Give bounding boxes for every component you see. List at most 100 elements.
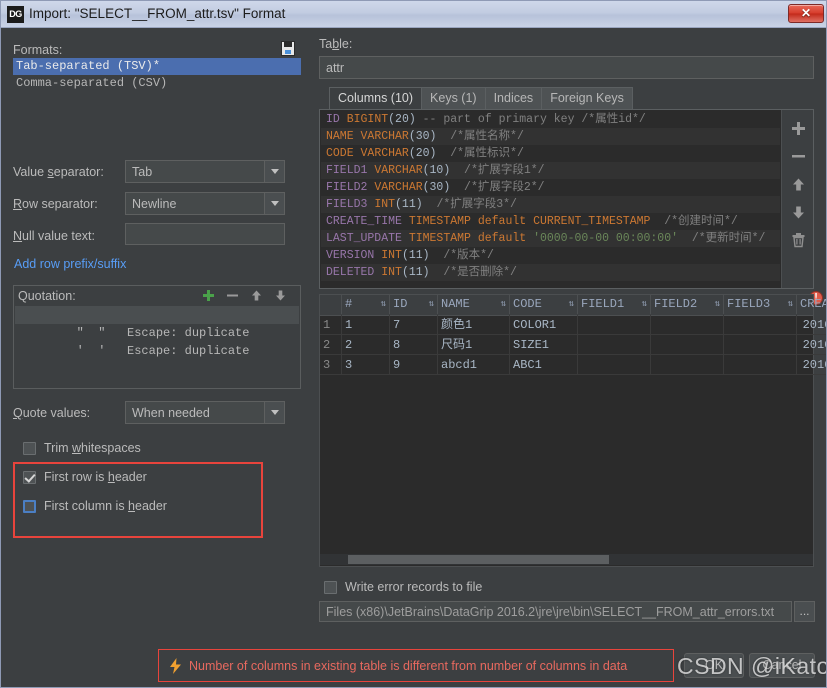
quotation-row[interactable]: " " Escape: duplicate (15, 306, 299, 340)
table-cell[interactable]: 尺码1 (438, 335, 510, 355)
grid-column-header[interactable]: # ⇅ (342, 295, 390, 314)
tab-foreign-keys[interactable]: Foreign Keys (541, 87, 633, 109)
sort-icon[interactable]: ⇅ (429, 300, 434, 309)
checkbox-box[interactable] (324, 580, 337, 594)
ddl-line[interactable]: DELETED INT(11) /*是否删除*/ (321, 264, 780, 281)
add-column-button[interactable] (786, 116, 810, 140)
remove-column-button[interactable] (786, 144, 810, 168)
table-row[interactable]: 228尺码1SIZE12016/7/ (320, 335, 826, 355)
grid-column-header[interactable]: ID ⇅ (390, 295, 438, 314)
save-icon[interactable] (281, 41, 295, 56)
table-cell[interactable] (651, 335, 724, 355)
grid-column-header[interactable]: CREATE_ (797, 295, 826, 314)
table-cell[interactable] (651, 315, 724, 335)
quotation-list[interactable]: " " Escape: duplicate ' ' Escape: duplic… (15, 306, 299, 387)
sort-icon[interactable]: ⇅ (788, 300, 793, 309)
ddl-line[interactable]: NAME VARCHAR(30) /*属性名称*/ (321, 128, 780, 145)
table-cell[interactable]: 颜色1 (438, 315, 510, 335)
grid-column-header[interactable]: FIELD3 ⇅ (724, 295, 797, 314)
checkbox-first-row-is-header[interactable]: First row is header (23, 470, 147, 484)
tab-columns[interactable]: Columns (10) (329, 87, 423, 109)
close-button[interactable]: ✕ (788, 4, 824, 23)
table-cell[interactable]: 2 (342, 335, 390, 355)
ddl-line[interactable]: ID BIGINT(20) -- part of primary key /*属… (321, 111, 780, 128)
table-cell[interactable] (578, 315, 651, 335)
table-input[interactable]: attr (319, 56, 814, 79)
ddl-line[interactable]: FIELD2 VARCHAR(30) /*扩展字段2*/ (321, 179, 780, 196)
table-cell[interactable] (724, 355, 797, 375)
table-cell[interactable] (651, 355, 724, 375)
checkbox-first-column-is-header[interactable]: First column is header (23, 499, 167, 513)
table-cell[interactable]: 7 (390, 315, 438, 335)
ddl-line[interactable]: VERSION INT(11) /*版本*/ (321, 247, 780, 264)
null-value-input[interactable] (125, 223, 285, 245)
checkbox-box[interactable] (23, 470, 36, 484)
delete-column-button[interactable] (786, 228, 810, 252)
row-separator-combo[interactable]: Newline (125, 192, 285, 215)
value-separator-combo[interactable]: Tab (125, 160, 285, 183)
table-cell[interactable]: abcd1 (438, 355, 510, 375)
move-column-up-button[interactable] (786, 172, 810, 196)
sort-icon[interactable]: ⇅ (642, 300, 647, 309)
checkbox-label: First row is header (44, 470, 147, 484)
table-cell[interactable]: 2016/8/ (797, 355, 826, 375)
table-cell[interactable]: 9 (390, 355, 438, 375)
table-cell[interactable]: SIZE1 (510, 335, 578, 355)
table-cell[interactable]: 1 (342, 315, 390, 335)
checkbox-write-error-records[interactable]: Write error records to file (324, 580, 482, 594)
grid-column-header[interactable]: NAME ⇅ (438, 295, 510, 314)
table-cell[interactable]: 2016/7/ (797, 315, 826, 335)
quotation-remove-button[interactable] (224, 287, 241, 304)
sort-icon[interactable]: ⇅ (501, 300, 506, 309)
table-cell[interactable]: 3 (342, 355, 390, 375)
format-item-csv[interactable]: Comma-separated (CSV) (13, 75, 301, 92)
format-item-tsv[interactable]: Tab-separated (TSV)* (13, 58, 301, 75)
chevron-down-icon[interactable] (264, 402, 284, 423)
quotation-move-down-button[interactable] (272, 287, 289, 304)
table-cell[interactable] (724, 335, 797, 355)
row-number-cell[interactable]: 1 (320, 315, 342, 335)
grid-column-header[interactable]: FIELD2 ⇅ (651, 295, 724, 314)
quote-values-combo[interactable]: When needed (125, 401, 285, 424)
sort-icon[interactable]: ⇅ (381, 300, 386, 309)
ddl-line[interactable]: LAST_UPDATE TIMESTAMP default '0000-00-0… (321, 230, 780, 247)
row-number-cell[interactable]: 2 (320, 335, 342, 355)
checkbox-trim-whitespaces[interactable]: Trim whitespaces (23, 441, 141, 455)
ddl-line[interactable]: FIELD3 INT(11) /*扩展字段3*/ (321, 196, 780, 213)
table-cell[interactable] (578, 355, 651, 375)
add-row-prefix-suffix-link[interactable]: Add row prefix/suffix (14, 257, 126, 271)
table-cell[interactable]: 8 (390, 335, 438, 355)
sort-icon[interactable]: ⇅ (569, 300, 574, 309)
grid-column-header[interactable] (320, 295, 342, 314)
table-row[interactable]: 117颜色1COLOR12016/7/ (320, 315, 826, 335)
row-number-cell[interactable]: 3 (320, 355, 342, 375)
quotation-add-button[interactable] (200, 287, 217, 304)
formats-list[interactable]: Tab-separated (TSV)* Comma-separated (CS… (13, 58, 301, 94)
move-column-down-button[interactable] (786, 200, 810, 224)
tab-keys[interactable]: Keys (1) (421, 87, 486, 109)
chevron-down-icon[interactable] (264, 161, 284, 182)
checkbox-box[interactable] (23, 499, 36, 513)
grid-column-header[interactable]: CODE ⇅ (510, 295, 578, 314)
table-cell[interactable] (724, 315, 797, 335)
sort-icon[interactable]: ⇅ (715, 300, 720, 309)
table-cell[interactable] (578, 335, 651, 355)
table-cell[interactable]: ABC1 (510, 355, 578, 375)
ddl-line[interactable]: FIELD1 VARCHAR(10) /*扩展字段1*/ (321, 162, 780, 179)
quotation-move-up-button[interactable] (248, 287, 265, 304)
table-cell[interactable]: COLOR1 (510, 315, 578, 335)
tab-indices[interactable]: Indices (484, 87, 543, 109)
data-preview-grid[interactable]: #⇅ID⇅NAME⇅CODE⇅FIELD1⇅FIELD2⇅FIELD3⇅CREA… (319, 294, 826, 567)
table-cell[interactable]: 2016/7/ (797, 335, 826, 355)
grid-column-header[interactable]: FIELD1 ⇅ (578, 295, 651, 314)
ddl-line[interactable]: CODE VARCHAR(20) /*属性标识*/ (321, 145, 780, 162)
browse-error-file-button[interactable]: ... (794, 601, 815, 622)
checkbox-box[interactable] (23, 441, 36, 455)
chevron-down-icon[interactable] (264, 193, 284, 214)
table-row[interactable]: 339abcd1ABC12016/8/ (320, 355, 826, 375)
error-file-path-input[interactable]: Files (x86)\JetBrains\DataGrip 2016.2\jr… (319, 601, 792, 622)
grid-horizontal-scrollbar[interactable] (320, 554, 813, 565)
ddl-line[interactable]: CREATE_TIME TIMESTAMP default CURRENT_TI… (321, 213, 780, 230)
columns-ddl-list[interactable]: ID BIGINT(20) -- part of primary key /*属… (321, 111, 780, 287)
scrollbar-thumb[interactable] (348, 555, 609, 564)
